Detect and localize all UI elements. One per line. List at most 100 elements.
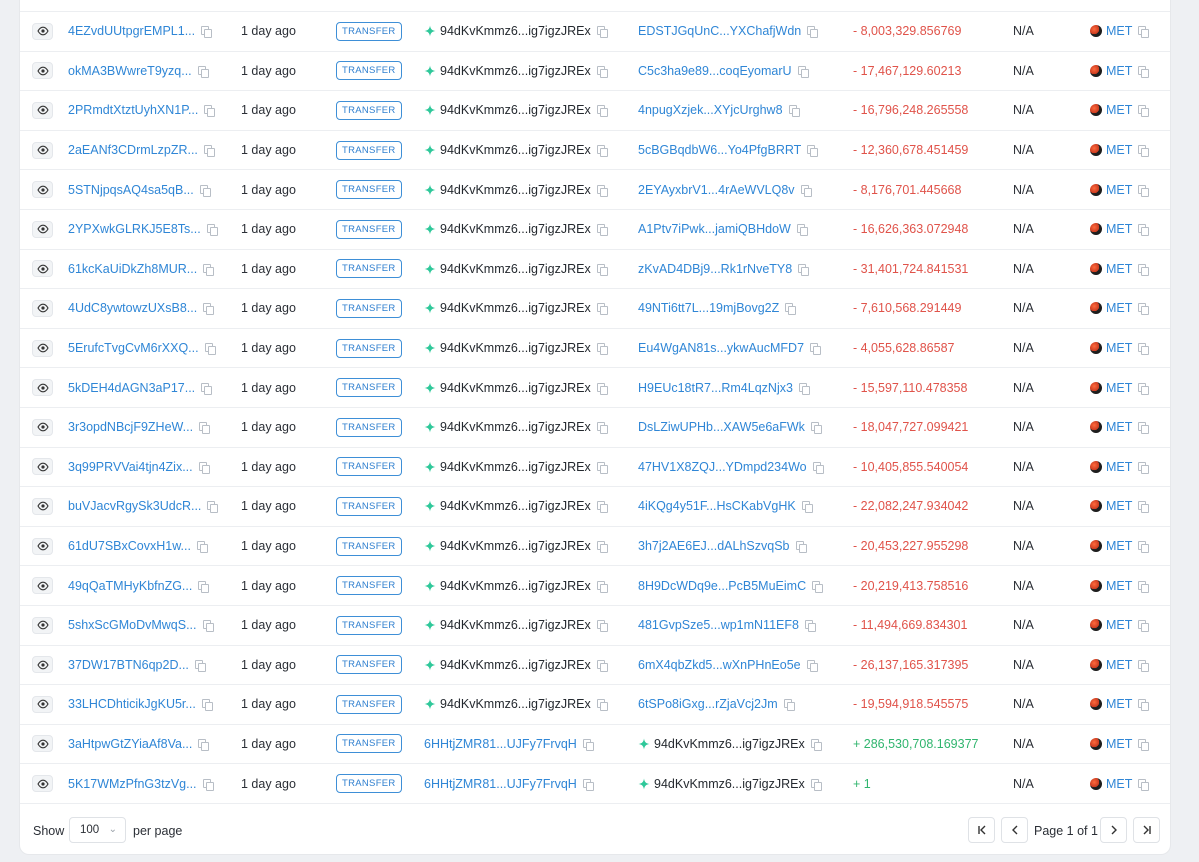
signature-link[interactable]: 2YPXwkGLRKJ5E8Ts... (68, 222, 201, 236)
view-details-button[interactable] (32, 220, 53, 238)
table-row[interactable]: 4UdC8ywtowzUXsB8... 1 day ago TRANSFER 94dK… (20, 289, 1170, 329)
token-link[interactable]: MET (1106, 64, 1132, 78)
signature-link[interactable]: 3r3opdNBcjF9ZHeW... (68, 420, 193, 434)
view-details-button[interactable] (32, 577, 53, 595)
token-link[interactable]: MET (1106, 618, 1132, 632)
view-details-button[interactable] (32, 656, 53, 674)
copy-icon[interactable] (204, 343, 216, 356)
copy-icon[interactable] (596, 145, 608, 158)
token-link[interactable]: MET (1106, 143, 1132, 157)
signature-link[interactable]: 5STNjpqsAQ4sa5qB... (68, 183, 194, 197)
view-details-button[interactable] (32, 458, 53, 476)
copy-icon[interactable] (801, 501, 813, 514)
copy-icon[interactable] (582, 738, 594, 751)
copy-icon[interactable] (1138, 26, 1150, 39)
table-row[interactable]: 5ErufcTvgCvM6rXXQ... 1 day ago TRANSFER 94d… (20, 329, 1170, 369)
signature-link[interactable]: 49qQaTMHyKbfnZG... (68, 579, 192, 593)
copy-icon[interactable] (596, 105, 608, 118)
table-row[interactable]: 3aHtpwGtZYiaAf8Va... 1 day ago TRANSFER 6HH… (20, 725, 1170, 765)
from-address[interactable]: 94dKvKmmz6...ig7igzJREx (440, 341, 591, 355)
copy-icon[interactable] (1138, 105, 1150, 118)
copy-icon[interactable] (596, 620, 608, 633)
copy-icon[interactable] (596, 699, 608, 712)
to-address[interactable]: 3h7j2AE6EJ...dALhSzvqSb (638, 539, 790, 553)
from-address[interactable]: 94dKvKmmz6...ig7igzJREx (440, 579, 591, 593)
from-address[interactable]: 6HHtjZMR81...UJFy7FrvqH (424, 737, 577, 751)
copy-icon[interactable] (596, 382, 608, 395)
copy-icon[interactable] (596, 580, 608, 593)
table-row[interactable]: 5STNjpqsAQ4sa5qB... 1 day ago TRANSFER 94dK… (20, 170, 1170, 210)
from-address[interactable]: 94dKvKmmz6...ig7igzJREx (440, 24, 591, 38)
copy-icon[interactable] (804, 620, 816, 633)
copy-icon[interactable] (1138, 541, 1150, 554)
view-details-button[interactable] (32, 181, 53, 199)
signature-link[interactable]: 2aEANf3CDrmLzpZR... (68, 143, 198, 157)
signature-link[interactable]: 33LHCDhticikJgKU5r... (68, 697, 196, 711)
to-address[interactable]: 481GvpSze5...wp1mN11EF8 (638, 618, 799, 632)
token-link[interactable]: MET (1106, 697, 1132, 711)
to-address[interactable]: Eu4WgAN81s...ykwAucMFD7 (638, 341, 804, 355)
copy-icon[interactable] (596, 501, 608, 514)
first-page-button[interactable] (968, 817, 995, 843)
table-row[interactable]: 3q99PRVVai4tjn4Zix... 1 day ago TRANSFER 94… (20, 448, 1170, 488)
copy-icon[interactable] (596, 26, 608, 39)
from-address[interactable]: 94dKvKmmz6...ig7igzJREx (440, 420, 591, 434)
to-address[interactable]: H9EUc18tR7...Rm4LqzNjx3 (638, 381, 793, 395)
copy-icon[interactable] (596, 184, 608, 197)
to-address[interactable]: 2EYAyxbrV1...4rAeWVLQ8v (638, 183, 795, 197)
copy-icon[interactable] (800, 184, 812, 197)
copy-icon[interactable] (198, 461, 210, 474)
to-address[interactable]: 94dKvKmmz6...ig7igzJREx (654, 737, 805, 751)
token-link[interactable]: MET (1106, 103, 1132, 117)
signature-link[interactable]: 37DW17BTN6qp2D... (68, 658, 189, 672)
from-address[interactable]: 94dKvKmmz6...ig7igzJREx (440, 460, 591, 474)
token-link[interactable]: MET (1106, 341, 1132, 355)
copy-icon[interactable] (788, 105, 800, 118)
copy-icon[interactable] (596, 224, 608, 237)
table-row[interactable]: 37DW17BTN6qp2D... 1 day ago TRANSFER 94dKvK… (20, 646, 1170, 686)
copy-icon[interactable] (1138, 659, 1150, 672)
view-details-button[interactable] (32, 62, 53, 80)
table-row[interactable]: 5shxScGMoDvMwqS... 1 day ago TRANSFER 94dKv… (20, 606, 1170, 646)
copy-icon[interactable] (807, 145, 819, 158)
copy-icon[interactable] (1138, 65, 1150, 78)
copy-icon[interactable] (1138, 620, 1150, 633)
token-link[interactable]: MET (1106, 222, 1132, 236)
from-address[interactable]: 94dKvKmmz6...ig7igzJREx (440, 539, 591, 553)
copy-icon[interactable] (194, 659, 206, 672)
copy-icon[interactable] (1138, 461, 1150, 474)
copy-icon[interactable] (596, 65, 608, 78)
copy-icon[interactable] (796, 224, 808, 237)
copy-icon[interactable] (785, 303, 797, 316)
view-details-button[interactable] (32, 695, 53, 713)
view-details-button[interactable] (32, 101, 53, 119)
token-link[interactable]: MET (1106, 737, 1132, 751)
copy-icon[interactable] (798, 382, 810, 395)
token-link[interactable]: MET (1106, 420, 1132, 434)
copy-icon[interactable] (582, 778, 594, 791)
to-address[interactable]: 6mX4qbZkd5...wXnPHnEo5e (638, 658, 801, 672)
to-address[interactable]: 49NTi6tt7L...19mjBovg2Z (638, 301, 779, 315)
signature-link[interactable]: okMA3BWwreT9yzq... (68, 64, 192, 78)
to-address[interactable]: 8H9DcWDq9e...PcB5MuEimC (638, 579, 806, 593)
table-row[interactable]: 2YPXwkGLRKJ5E8Ts... 1 day ago TRANSFER 94dK… (20, 210, 1170, 250)
copy-icon[interactable] (1138, 699, 1150, 712)
copy-icon[interactable] (1138, 343, 1150, 356)
copy-icon[interactable] (596, 422, 608, 435)
copy-icon[interactable] (596, 659, 608, 672)
from-address[interactable]: 6HHtjZMR81...UJFy7FrvqH (424, 777, 577, 791)
table-row[interactable]: 4EZvdUUtpgrEMPL1... 1 day ago TRANSFER 94dK… (20, 12, 1170, 52)
copy-icon[interactable] (797, 65, 809, 78)
copy-icon[interactable] (202, 620, 214, 633)
copy-icon[interactable] (596, 343, 608, 356)
signature-link[interactable]: 5K17WMzPfnG3tzVg... (68, 777, 197, 791)
copy-icon[interactable] (203, 263, 215, 276)
signature-link[interactable]: 5ErufcTvgCvM6rXXQ... (68, 341, 199, 355)
signature-link[interactable]: 3aHtpwGtZYiaAf8Va... (68, 737, 192, 751)
view-details-button[interactable] (32, 260, 53, 278)
copy-icon[interactable] (806, 659, 818, 672)
signature-link[interactable]: 5kDEH4dAGN3aP17... (68, 381, 195, 395)
view-details-button[interactable] (32, 141, 53, 159)
token-link[interactable]: MET (1106, 539, 1132, 553)
copy-icon[interactable] (204, 105, 216, 118)
